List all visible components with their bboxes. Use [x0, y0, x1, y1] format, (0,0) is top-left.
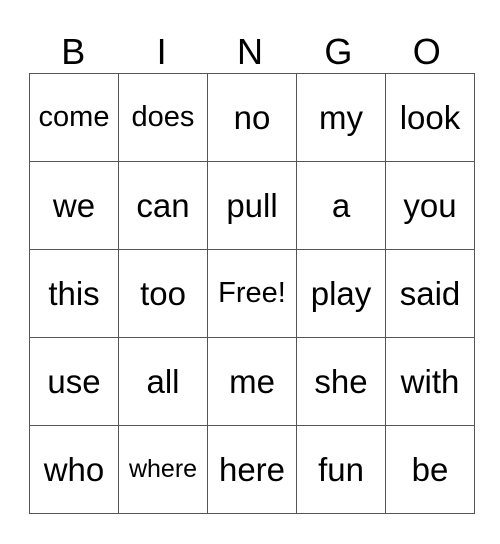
bingo-cell[interactable]: you	[385, 161, 475, 250]
bingo-cell[interactable]: who	[29, 425, 119, 514]
bingo-row: come does no my look	[29, 73, 475, 162]
bingo-cell[interactable]: here	[207, 425, 297, 514]
bingo-cell[interactable]: where	[118, 425, 208, 514]
bingo-cell[interactable]: my	[296, 73, 386, 162]
bingo-cell[interactable]: can	[118, 161, 208, 250]
bingo-cell[interactable]: we	[29, 161, 119, 250]
header-letter-g: G	[324, 31, 353, 72]
bingo-cell[interactable]: too	[118, 249, 208, 338]
bingo-cell[interactable]: come	[29, 73, 119, 162]
bingo-cell[interactable]: pull	[207, 161, 297, 250]
bingo-cell[interactable]: does	[118, 73, 208, 162]
bingo-row: we can pull a you	[29, 161, 475, 250]
bingo-cell[interactable]: all	[118, 337, 208, 426]
bingo-row: this too Free! play said	[29, 249, 475, 338]
bingo-cell[interactable]: me	[207, 337, 297, 426]
bingo-cell[interactable]: play	[296, 249, 386, 338]
bingo-cell[interactable]: use	[29, 337, 119, 426]
header-letter-o: O	[412, 31, 441, 72]
bingo-card: come does no my look we can pull a you t…	[29, 73, 475, 514]
bingo-cell[interactable]: fun	[296, 425, 386, 514]
bingo-cell[interactable]: with	[385, 337, 475, 426]
bingo-cell[interactable]: a	[296, 161, 386, 250]
bingo-header: B I N G O	[29, 30, 471, 74]
bingo-cell[interactable]: said	[385, 249, 475, 338]
bingo-row: use all me she with	[29, 337, 475, 426]
bingo-cell[interactable]: she	[296, 337, 386, 426]
bingo-cell[interactable]: be	[385, 425, 475, 514]
header-letter-n: N	[236, 31, 263, 72]
bingo-row: who where here fun be	[29, 425, 475, 514]
free-space-cell[interactable]: Free!	[207, 249, 297, 338]
bingo-cell[interactable]: this	[29, 249, 119, 338]
header-letter-b: B	[61, 31, 86, 72]
header-letter-i: I	[156, 31, 167, 72]
bingo-cell[interactable]: look	[385, 73, 475, 162]
bingo-cell[interactable]: no	[207, 73, 297, 162]
